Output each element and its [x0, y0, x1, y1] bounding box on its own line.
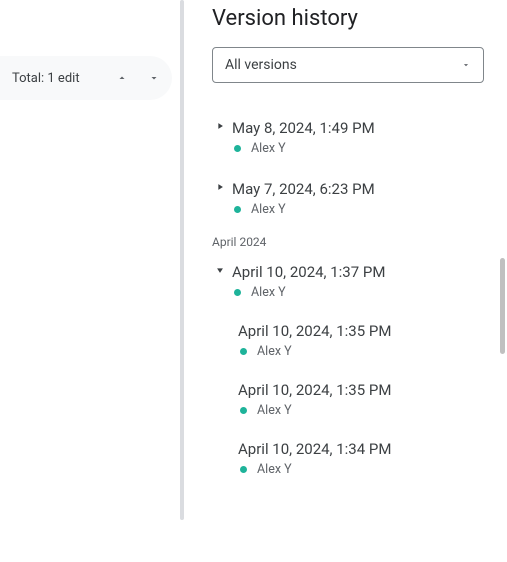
panel-title: Version history: [212, 6, 491, 31]
version-date: May 7, 2024, 6:23 PM: [232, 178, 375, 200]
author-color-dot: [240, 407, 247, 414]
version-content: April 10, 2024, 1:34 PM Alex Y: [238, 438, 491, 477]
chevron-down-icon: [148, 72, 160, 84]
caret-right-icon: [215, 182, 225, 192]
sub-version-item[interactable]: April 10, 2024, 1:34 PM Alex Y: [228, 432, 491, 483]
version-item-expanded[interactable]: April 10, 2024, 1:37 PM Alex Y: [212, 255, 491, 306]
author-row: Alex Y: [240, 403, 491, 418]
author-name: Alex Y: [257, 462, 292, 477]
expand-toggle[interactable]: [212, 121, 228, 131]
author-name: Alex Y: [257, 344, 292, 359]
version-content: April 10, 2024, 1:37 PM Alex Y: [232, 261, 385, 300]
total-edits-label: Total: 1 edit: [12, 71, 80, 86]
month-group-header: April 2024: [212, 235, 491, 249]
sub-version-item[interactable]: April 10, 2024, 1:35 PM Alex Y: [228, 314, 491, 365]
sub-version-list: April 10, 2024, 1:35 PM Alex Y April 10,…: [228, 314, 491, 483]
version-date: May 8, 2024, 1:49 PM: [232, 117, 375, 139]
version-item[interactable]: May 8, 2024, 1:49 PM Alex Y: [212, 111, 491, 162]
author-color-dot: [240, 348, 247, 355]
scrollbar-thumb[interactable]: [500, 258, 505, 354]
dropdown-selected-label: All versions: [225, 57, 297, 73]
author-row: Alex Y: [240, 462, 491, 477]
author-row: Alex Y: [234, 202, 375, 217]
version-date: April 10, 2024, 1:35 PM: [238, 379, 491, 401]
author-name: Alex Y: [251, 141, 286, 156]
author-color-dot: [234, 289, 241, 296]
author-color-dot: [234, 206, 241, 213]
collapse-toggle[interactable]: [212, 265, 228, 275]
author-row: Alex Y: [234, 285, 385, 300]
version-date: April 10, 2024, 1:35 PM: [238, 320, 491, 342]
expand-toggle[interactable]: [212, 182, 228, 192]
prev-edit-button[interactable]: [112, 68, 132, 88]
version-content: May 7, 2024, 6:23 PM Alex Y: [232, 178, 375, 217]
total-edits-panel: Total: 1 edit: [0, 56, 172, 100]
panel-divider: [180, 0, 184, 520]
author-row: Alex Y: [240, 344, 491, 359]
author-name: Alex Y: [251, 202, 286, 217]
author-name: Alex Y: [257, 403, 292, 418]
author-color-dot: [240, 466, 247, 473]
author-name: Alex Y: [251, 285, 286, 300]
chevron-up-icon: [116, 72, 128, 84]
version-date: April 10, 2024, 1:34 PM: [238, 438, 491, 460]
caret-right-icon: [215, 121, 225, 131]
version-content: April 10, 2024, 1:35 PM Alex Y: [238, 320, 491, 359]
author-color-dot: [234, 145, 241, 152]
sub-version-item[interactable]: April 10, 2024, 1:35 PM Alex Y: [228, 373, 491, 424]
version-date: April 10, 2024, 1:37 PM: [232, 261, 385, 283]
version-item[interactable]: May 7, 2024, 6:23 PM Alex Y: [212, 172, 491, 223]
version-content: April 10, 2024, 1:35 PM Alex Y: [238, 379, 491, 418]
author-row: Alex Y: [234, 141, 375, 156]
edit-nav-buttons: [112, 68, 164, 88]
dropdown-caret-icon: [461, 60, 471, 70]
version-history-panel: Version history All versions May 8, 2024…: [196, 0, 507, 562]
caret-down-icon: [215, 265, 225, 275]
version-content: May 8, 2024, 1:49 PM Alex Y: [232, 117, 375, 156]
version-filter-dropdown[interactable]: All versions: [212, 47, 484, 83]
next-edit-button[interactable]: [144, 68, 164, 88]
